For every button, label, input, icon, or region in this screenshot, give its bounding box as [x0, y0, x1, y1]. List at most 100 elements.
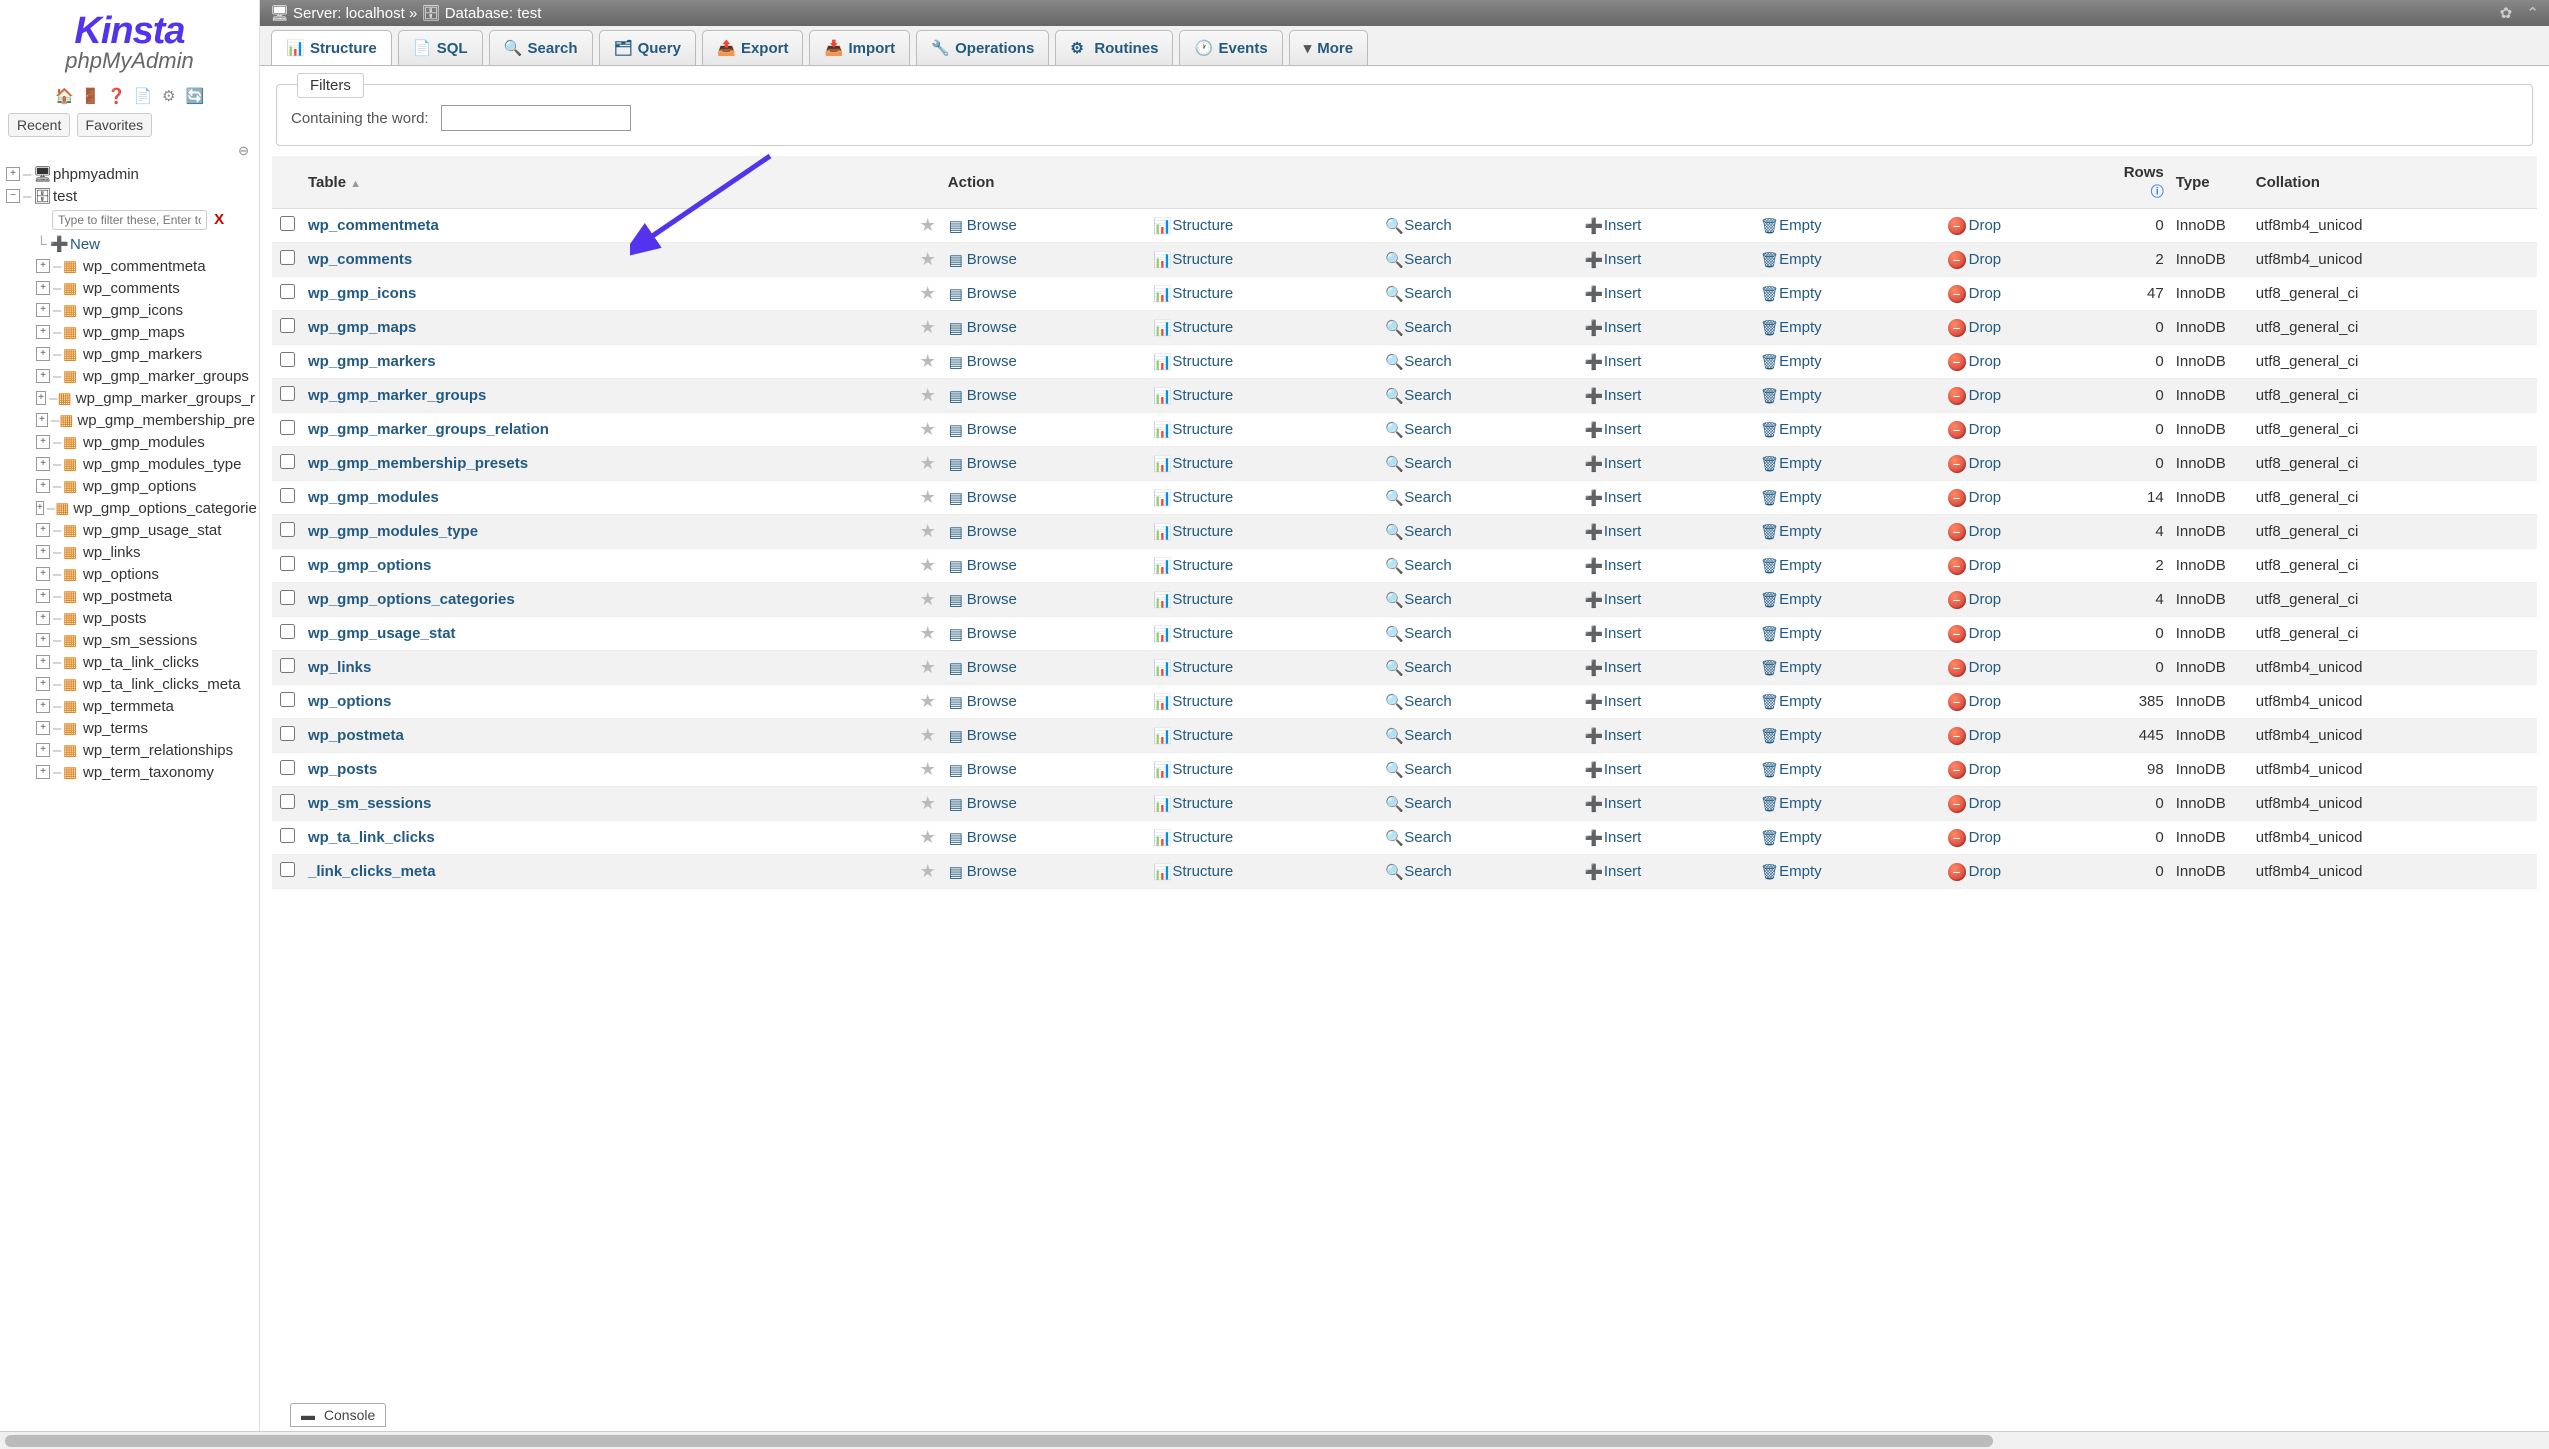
tree-table-label[interactable]: wp_gmp_options_categorie — [73, 500, 256, 517]
structure-link[interactable]: 📊Structure — [1153, 387, 1233, 405]
insert-link[interactable]: ➕Insert — [1585, 761, 1642, 779]
browse-link[interactable]: ▤Browse — [948, 455, 1017, 473]
expand-icon[interactable]: + — [36, 743, 50, 757]
collapse-icon[interactable]: − — [6, 189, 20, 203]
drop-link[interactable]: −Drop — [1948, 217, 2002, 235]
tree-table-label[interactable]: wp_term_taxonomy — [83, 764, 214, 781]
table-name-link[interactable]: wp_posts — [308, 761, 377, 778]
tree-table-item[interactable]: +–▦wp_comments — [6, 277, 255, 299]
structure-link[interactable]: 📊Structure — [1153, 863, 1233, 881]
expand-icon[interactable]: + — [36, 611, 50, 625]
expand-icon[interactable]: + — [36, 545, 50, 559]
favorite-star-icon[interactable]: ★ — [920, 691, 936, 711]
table-name-link[interactable]: wp_gmp_membership_presets — [308, 455, 528, 472]
insert-link[interactable]: ➕Insert — [1585, 489, 1642, 507]
table-name-link[interactable]: wp_commentmeta — [308, 217, 439, 234]
drop-link[interactable]: −Drop — [1948, 829, 2002, 847]
tab-events[interactable]: 🕐Events — [1179, 30, 1282, 65]
favorite-star-icon[interactable]: ★ — [920, 827, 936, 847]
insert-link[interactable]: ➕Insert — [1585, 523, 1642, 541]
structure-link[interactable]: 📊Structure — [1153, 625, 1233, 643]
insert-link[interactable]: ➕Insert — [1585, 421, 1642, 439]
expand-icon[interactable]: + — [36, 523, 50, 537]
help-icon[interactable]: ❓ — [107, 87, 125, 105]
expand-icon[interactable]: + — [36, 413, 48, 427]
tree-filter-input[interactable] — [52, 210, 207, 230]
insert-link[interactable]: ➕Insert — [1585, 863, 1642, 881]
tab-routines[interactable]: ⚙Routines — [1055, 30, 1173, 65]
row-checkbox[interactable] — [280, 556, 295, 571]
empty-link[interactable]: 🗑Empty — [1760, 591, 1822, 609]
empty-link[interactable]: 🗑Empty — [1760, 693, 1822, 711]
favorite-star-icon[interactable]: ★ — [920, 589, 936, 609]
drop-link[interactable]: −Drop — [1948, 421, 2002, 439]
tab-search[interactable]: 🔍Search — [489, 30, 593, 65]
browse-link[interactable]: ▤Browse — [948, 829, 1017, 847]
tree-table-label[interactable]: wp_posts — [83, 610, 146, 627]
favorite-star-icon[interactable]: ★ — [920, 521, 936, 541]
tree-table-item[interactable]: +–▦wp_gmp_markers — [6, 343, 255, 365]
tree-table-label[interactable]: wp_termmeta — [83, 698, 174, 715]
browse-link[interactable]: ▤Browse — [948, 591, 1017, 609]
table-name-link[interactable]: _link_clicks_meta — [308, 863, 436, 880]
drop-link[interactable]: −Drop — [1948, 761, 2002, 779]
collapse-panel-icon[interactable]: ⌃ — [2526, 5, 2539, 22]
browse-link[interactable]: ▤Browse — [948, 625, 1017, 643]
expand-icon[interactable]: + — [36, 281, 50, 295]
row-checkbox[interactable] — [280, 488, 295, 503]
structure-link[interactable]: 📊Structure — [1153, 591, 1233, 609]
recent-button[interactable]: Recent — [8, 113, 70, 137]
insert-link[interactable]: ➕Insert — [1585, 625, 1642, 643]
row-checkbox[interactable] — [280, 590, 295, 605]
search-link[interactable]: 🔍Search — [1385, 285, 1452, 303]
tree-table-label[interactable]: wp_gmp_markers — [83, 346, 202, 363]
favorite-star-icon[interactable]: ★ — [920, 419, 936, 439]
favorite-star-icon[interactable]: ★ — [920, 487, 936, 507]
tree-table-item[interactable]: +–▦wp_gmp_marker_groups_r — [6, 387, 255, 409]
tree-table-label[interactable]: wp_gmp_marker_groups — [83, 368, 249, 385]
favorite-star-icon[interactable]: ★ — [920, 385, 936, 405]
drop-link[interactable]: −Drop — [1948, 489, 2002, 507]
tree-table-item[interactable]: +–▦wp_sm_sessions — [6, 629, 255, 651]
tree-table-item[interactable]: +–▦wp_gmp_options_categorie — [6, 497, 255, 519]
search-link[interactable]: 🔍Search — [1385, 217, 1452, 235]
favorite-star-icon[interactable]: ★ — [920, 249, 936, 269]
tree-table-label[interactable]: wp_gmp_icons — [83, 302, 183, 319]
drop-link[interactable]: −Drop — [1948, 353, 2002, 371]
table-name-link[interactable]: wp_sm_sessions — [308, 795, 431, 812]
tree-table-label[interactable]: wp_comments — [83, 280, 180, 297]
tree-table-label[interactable]: wp_gmp_maps — [83, 324, 185, 341]
row-checkbox[interactable] — [280, 318, 295, 333]
drop-link[interactable]: −Drop — [1948, 557, 2002, 575]
table-name-link[interactable]: wp_ta_link_clicks — [308, 829, 435, 846]
empty-link[interactable]: 🗑Empty — [1760, 523, 1822, 541]
structure-link[interactable]: 📊Structure — [1153, 489, 1233, 507]
empty-link[interactable]: 🗑Empty — [1760, 557, 1822, 575]
tab-structure[interactable]: 📊Structure — [271, 30, 392, 65]
tab-sql[interactable]: 📄SQL — [398, 30, 483, 65]
structure-link[interactable]: 📊Structure — [1153, 421, 1233, 439]
structure-link[interactable]: 📊Structure — [1153, 795, 1233, 813]
insert-link[interactable]: ➕Insert — [1585, 693, 1642, 711]
tree-table-item[interactable]: +–▦wp_gmp_maps — [6, 321, 255, 343]
row-checkbox[interactable] — [280, 726, 295, 741]
insert-link[interactable]: ➕Insert — [1585, 659, 1642, 677]
row-checkbox[interactable] — [280, 386, 295, 401]
structure-link[interactable]: 📊Structure — [1153, 761, 1233, 779]
favorite-star-icon[interactable]: ★ — [920, 317, 936, 337]
row-checkbox[interactable] — [280, 420, 295, 435]
table-name-link[interactable]: wp_gmp_options_categories — [308, 591, 515, 608]
tree-table-item[interactable]: +–▦wp_postmeta — [6, 585, 255, 607]
tree-table-item[interactable]: +–▦wp_ta_link_clicks — [6, 651, 255, 673]
structure-link[interactable]: 📊Structure — [1153, 285, 1233, 303]
refresh-icon[interactable]: 🔄 — [186, 87, 204, 105]
favorite-star-icon[interactable]: ★ — [920, 453, 936, 473]
table-name-link[interactable]: wp_links — [308, 659, 371, 676]
table-name-link[interactable]: wp_gmp_usage_stat — [308, 625, 456, 642]
browse-link[interactable]: ▤Browse — [948, 863, 1017, 881]
table-name-link[interactable]: wp_options — [308, 693, 391, 710]
expand-icon[interactable]: + — [36, 567, 50, 581]
tree-table-label[interactable]: wp_links — [83, 544, 141, 561]
tab-operations[interactable]: 🔧Operations — [916, 30, 1049, 65]
expand-icon[interactable]: + — [36, 765, 50, 779]
